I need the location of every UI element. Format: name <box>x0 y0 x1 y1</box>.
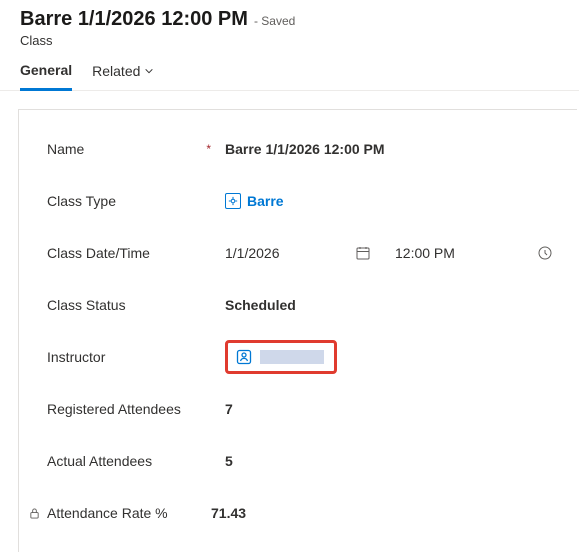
field-registered-attendees[interactable]: Registered Attendees 7 <box>47 392 553 426</box>
tab-general-label: General <box>20 62 72 78</box>
field-name[interactable]: Name * Barre 1/1/2026 12:00 PM <box>47 132 553 166</box>
entity-name: Class <box>20 33 559 48</box>
rate-label: Attendance Rate % <box>47 505 168 521</box>
person-icon <box>236 349 252 365</box>
time-value[interactable]: 12:00 PM <box>395 245 485 261</box>
class-type-label: Class Type <box>47 193 116 209</box>
entity-icon <box>225 193 241 209</box>
date-value[interactable]: 1/1/2026 <box>225 245 355 261</box>
save-status: - Saved <box>254 14 295 28</box>
name-value: Barre 1/1/2026 12:00 PM <box>225 141 553 157</box>
required-indicator: * <box>206 142 211 156</box>
class-status-value: Scheduled <box>225 297 553 313</box>
chevron-down-icon <box>144 66 154 76</box>
class-datetime-label: Class Date/Time <box>47 245 150 261</box>
actual-label: Actual Attendees <box>47 453 152 469</box>
field-class-datetime[interactable]: Class Date/Time 1/1/2026 12:00 PM <box>47 236 553 270</box>
instructor-value-redacted[interactable] <box>260 350 324 364</box>
tab-list: General Related <box>0 48 579 91</box>
registered-label: Registered Attendees <box>47 401 181 417</box>
clock-icon[interactable] <box>537 245 553 261</box>
instructor-label: Instructor <box>47 349 105 365</box>
rate-value: 71.43 <box>211 505 553 521</box>
tab-related[interactable]: Related <box>92 62 154 90</box>
class-type-value: Barre <box>247 193 284 209</box>
tab-related-label: Related <box>92 63 140 79</box>
lock-icon <box>29 507 43 520</box>
class-status-label: Class Status <box>47 297 126 313</box>
actual-value: 5 <box>225 453 553 469</box>
field-attendance-rate[interactable]: Attendance Rate % 71.43 <box>47 496 553 530</box>
registered-value: 7 <box>225 401 553 417</box>
field-class-status[interactable]: Class Status Scheduled <box>47 288 553 322</box>
form-header: Barre 1/1/2026 12:00 PM - Saved Class <box>0 0 579 48</box>
name-label: Name <box>47 141 84 157</box>
form-body: Name * Barre 1/1/2026 12:00 PM Class Typ… <box>18 109 577 552</box>
tab-general[interactable]: General <box>20 62 72 91</box>
instructor-highlight <box>225 340 337 374</box>
calendar-icon[interactable] <box>355 245 371 261</box>
field-actual-attendees[interactable]: Actual Attendees 5 <box>47 444 553 478</box>
page-title: Barre 1/1/2026 12:00 PM <box>20 8 248 31</box>
field-instructor[interactable]: Instructor <box>47 340 553 374</box>
field-class-type[interactable]: Class Type Barre <box>47 184 553 218</box>
class-type-lookup[interactable]: Barre <box>225 193 284 209</box>
